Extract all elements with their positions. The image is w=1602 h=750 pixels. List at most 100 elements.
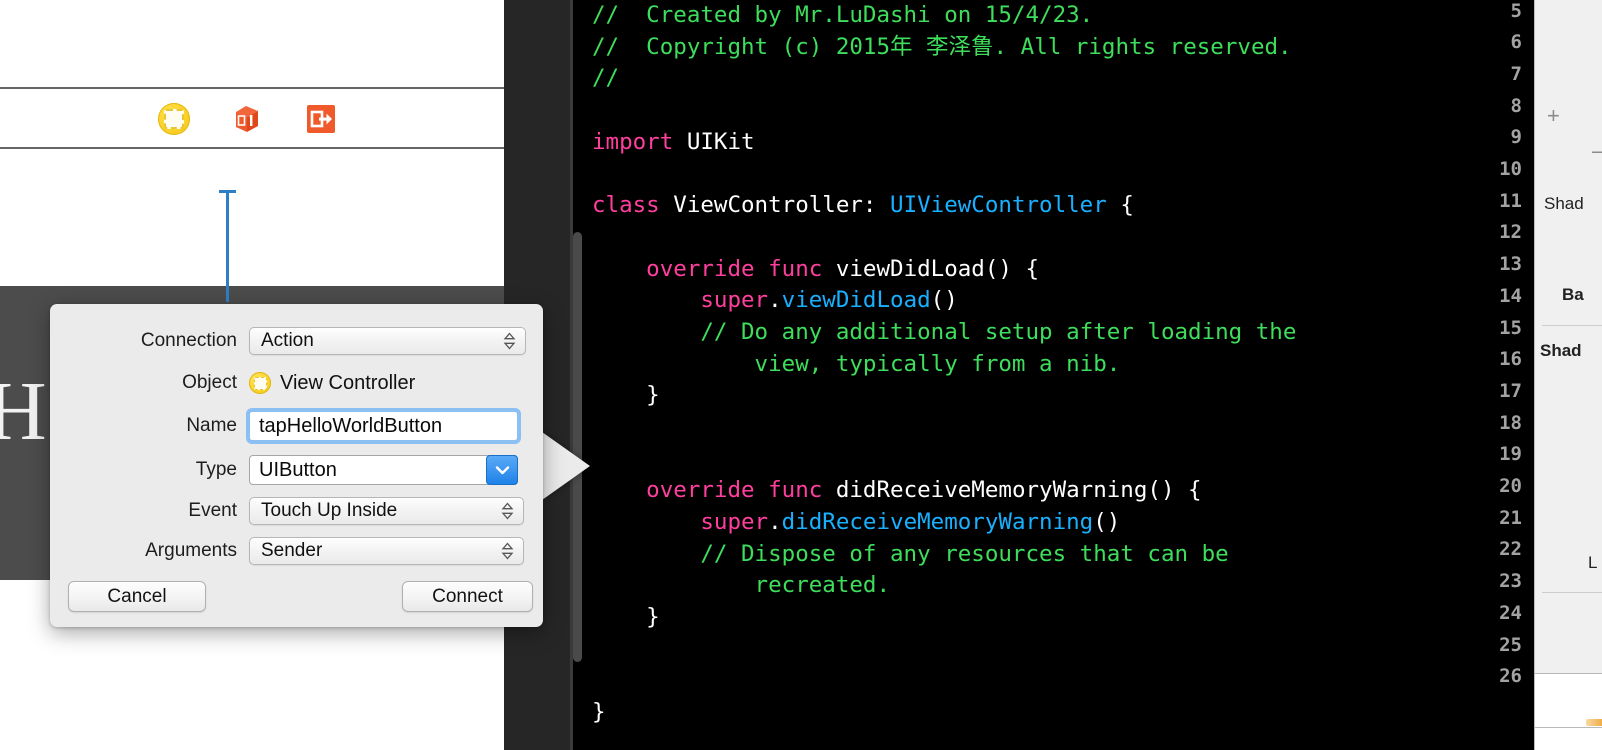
inspector-panel[interactable]: + – Shad Ba Shad L [1534,0,1602,750]
label-event: Event [188,500,237,521]
code-token: . [768,509,782,535]
code-token: recreated. [592,572,891,599]
event-value: Touch Up Inside [261,500,398,521]
code-line: // Copyright (c) 2015年 李泽鲁. All rights r… [592,32,1534,64]
inspector-label-l: L [1588,553,1598,572]
code-token: viewDidLoad() { [822,255,1040,282]
row-object: Object View Controller [50,368,543,398]
code-token: // Created by Mr.LuDashi on 15/4/23. [592,2,1094,28]
code-token: override func [592,255,823,282]
type-combo-box[interactable]: UIButton [249,455,518,485]
code-line: } [592,697,1534,729]
connection-value: Action [261,330,314,351]
object-value: View Controller [280,371,416,394]
code-token: { [1106,192,1134,219]
code-token: () [930,287,958,314]
code-token: import [592,128,674,155]
code-line: super.didReceiveMemoryWarning() [592,507,1534,539]
code-token: // [592,65,620,92]
chevron-down-icon[interactable] [486,455,518,485]
code-line: // Created by Mr.LuDashi on 15/4/23. [592,0,1534,32]
code-token: // Copyright (c) 2015年 李泽鲁. All rights r… [592,33,1292,60]
first-responder-icon[interactable] [230,103,262,135]
canvas-divider-bottom [0,147,504,149]
row-event: Event Touch Up Inside [50,496,543,526]
inspector-label-shadow-1: Shad [1544,194,1584,213]
code-token: view, typically from a nib. [592,350,1121,377]
code-line: super.viewDidLoad() [592,285,1534,317]
label-type: Type [195,459,237,480]
row-connection: Connection Action [50,326,543,356]
code-line: recreated. [592,570,1534,602]
exit-arrow-glyph [307,105,335,133]
view-controller-small-icon [249,372,271,394]
code-token: UIKit [673,128,755,155]
inspector-label-base: Ba [1562,285,1584,304]
code-token: viewDidLoad [781,287,931,314]
row-name: Name tapHelloWorldButton [50,408,543,444]
code-token: // Do any additional setup after loading… [592,318,1297,345]
label-connection: Connection [140,330,237,351]
object-value-group[interactable]: View Controller [249,372,415,395]
cube-glyph [236,106,258,132]
code-token: class [592,192,660,219]
code-token: } [592,604,660,631]
code-text[interactable]: // Created by Mr.LuDashi on 15/4/23. // C… [592,0,1534,729]
connection-drag-line [226,192,229,302]
code-token: UIViewController [890,192,1107,219]
code-line: view, typically from a nib. [592,349,1534,381]
inspector-left-edge [1534,0,1535,750]
code-token: super [592,287,769,314]
event-popup-button[interactable]: Touch Up Inside [249,497,524,525]
connection-popover[interactable]: Connection Action Object View Controller… [50,304,543,627]
label-object: Object [182,372,237,393]
inspector-orange-swatch[interactable] [1586,719,1602,726]
connection-popup-button[interactable]: Action [249,327,526,355]
row-type: Type UIButton [50,455,543,485]
code-token: . [768,287,782,314]
cancel-button[interactable]: Cancel [68,581,206,612]
inspector-white-area[interactable] [1535,674,1602,750]
row-arguments: Arguments Sender [50,536,543,566]
remove-button[interactable]: – [1592,140,1602,162]
code-token: } [592,382,660,409]
view-controller-icon[interactable] [158,103,190,135]
arguments-popup-button[interactable]: Sender [249,537,524,565]
screen: H 5 6 7 8 9 10 11 12 13 14 15 16 17 18 19 20 21 22 23 24 25 2… [0,0,1602,750]
canvas-upper-blank [0,0,504,88]
add-button[interactable]: + [1547,105,1560,127]
code-line: // Dispose of any resources that can be [592,539,1534,571]
chevron-up-down-icon [501,502,514,520]
code-line: override func viewDidLoad() { [592,254,1534,286]
chevron-down-glyph [495,466,509,475]
code-line: // [592,63,1534,95]
code-line: // Do any additional setup after loading… [592,317,1534,349]
label-arguments: Arguments [145,540,237,561]
code-token: ViewController: [659,192,891,219]
inspector-separator-1 [1542,325,1602,326]
code-token: super [592,509,769,535]
inspector-separator-2 [1542,592,1602,593]
code-line: override func didReceiveMemoryWarning() … [592,475,1534,507]
exit-icon[interactable] [305,103,337,135]
arguments-value: Sender [261,540,323,561]
code-line: import UIKit [592,127,1534,159]
connect-button[interactable]: Connect [402,581,533,612]
code-token: } [592,699,606,726]
name-input[interactable]: tapHelloWorldButton [246,408,521,444]
code-token: didReceiveMemoryWarning() { [822,477,1202,504]
code-token: didReceiveMemoryWarning [781,509,1094,535]
chevron-up-down-icon [503,332,516,350]
code-line: } [592,602,1534,634]
label-name: Name [186,415,237,436]
canvas-hello-world-text: H [0,365,47,458]
source-code-editor[interactable]: 5 6 7 8 9 10 11 12 13 14 15 16 17 18 19 20 21 22 23 24 25 26 … [504,0,1534,750]
code-line: } [592,380,1534,412]
